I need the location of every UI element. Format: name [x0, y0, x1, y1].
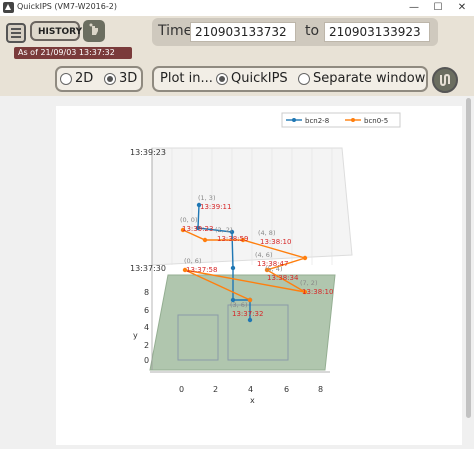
- menu-icon-line: [11, 36, 21, 38]
- close-button[interactable]: ✕: [450, 0, 474, 16]
- history-button[interactable]: HISTORY: [30, 21, 82, 41]
- x-tick-label: 0: [179, 385, 184, 394]
- maximize-button[interactable]: ☐: [426, 0, 450, 16]
- annotation-coord: (3, 6): [230, 301, 247, 309]
- wave-icon: [440, 73, 450, 87]
- series-point: [202, 237, 208, 243]
- x-tick-label: 8: [318, 385, 323, 394]
- scrollbar-thumb[interactable]: [466, 98, 471, 418]
- annotation-coord: (5, 4): [265, 265, 282, 273]
- x-tick-label: 2: [213, 385, 218, 394]
- annotation-coord: (0, 6): [184, 257, 201, 265]
- annotation-coord: (4, 8): [258, 229, 275, 237]
- window-title: QuickIPS (VM7-W2016-2): [17, 2, 117, 11]
- annotation-coord: (4, 6): [255, 251, 272, 259]
- annotation-time: 13:37:32: [232, 310, 263, 318]
- plot-in-label: Plot in...: [160, 71, 213, 86]
- x-tick-label: 4: [248, 385, 253, 394]
- annotation-coord: (0, 0): [180, 216, 197, 224]
- app-icon: [3, 2, 14, 13]
- radio-separate-window[interactable]: [298, 73, 310, 85]
- annotation-time: 13:37:58: [186, 266, 217, 274]
- time-to-field[interactable]: 210903133923: [324, 22, 430, 42]
- series-point: [230, 265, 236, 271]
- z-tick-label: 13:37:30: [130, 264, 166, 273]
- to-label: to: [305, 23, 320, 39]
- y-tick-label: 4: [144, 323, 149, 332]
- z-tick-label: 13:39:23: [130, 148, 166, 157]
- annotation-time: 13:38:34: [267, 274, 299, 282]
- radio-2d[interactable]: [60, 73, 72, 85]
- radio-2d-label: 2D: [75, 71, 94, 86]
- title-bar: QuickIPS (VM7-W2016-2) — ☐ ✕: [0, 0, 474, 17]
- legend-label-bcn2-8: bcn2-8: [305, 117, 329, 125]
- annotation-coord: (1, 3): [198, 194, 215, 202]
- radio-3d-label: 3D: [119, 71, 138, 86]
- series-point: [302, 255, 308, 261]
- radio-separate-window-label: Separate window: [313, 71, 426, 86]
- menu-button[interactable]: [6, 23, 26, 43]
- y-axis-label: y: [133, 331, 138, 340]
- menu-icon-line: [11, 28, 21, 30]
- as-of-label: As of 21/09/03 13:37:32: [14, 47, 132, 59]
- plot-area: 13:39:23 13:37:30 0 2 4 6 8 y 0 2 4 6 8 x (1, 3) 13:39:…: [56, 106, 462, 445]
- refresh-button[interactable]: [432, 67, 458, 93]
- legend-label-bcn0-5: bcn0-5: [364, 117, 388, 125]
- y-tick-label: 8: [144, 288, 149, 297]
- annotation-time: 13:39:11: [200, 203, 231, 211]
- annotation-time: 13:38:59: [217, 235, 248, 243]
- radio-quickips-label: QuickIPS: [231, 71, 288, 86]
- time-label: Time: [158, 23, 193, 39]
- x-axis-label: x: [250, 396, 255, 405]
- hand-pointer-button[interactable]: [83, 20, 105, 42]
- menu-icon-line: [11, 32, 21, 34]
- annotation-time: 13:38:10: [302, 288, 333, 296]
- vertical-scrollbar[interactable]: [463, 96, 474, 445]
- radio-quickips[interactable]: [216, 73, 228, 85]
- 3d-trajectory-chart[interactable]: 13:39:2313:37:3002468y0 2 4 6 8x(1, 3)13:39:…: [56, 106, 462, 445]
- y-tick-label: 6: [144, 306, 149, 315]
- annotation-coord: (7, 2): [300, 279, 317, 287]
- series-point: [247, 317, 253, 323]
- x-tick-label: 6: [284, 385, 289, 394]
- y-tick-label: 2: [144, 341, 149, 350]
- annotation-coord: (2, 2): [215, 226, 232, 234]
- legend-marker: [292, 118, 296, 122]
- hand-pointer-icon: [89, 23, 98, 35]
- legend-marker: [351, 118, 355, 122]
- y-tick-label: 0: [144, 356, 149, 365]
- series-point: [247, 297, 253, 303]
- time-from-field[interactable]: 210903133732: [190, 22, 296, 42]
- annotation-time: 13:39:23: [182, 225, 213, 233]
- minimize-button[interactable]: —: [402, 0, 426, 16]
- radio-3d[interactable]: [104, 73, 116, 85]
- annotation-time: 13:38:10: [260, 238, 291, 246]
